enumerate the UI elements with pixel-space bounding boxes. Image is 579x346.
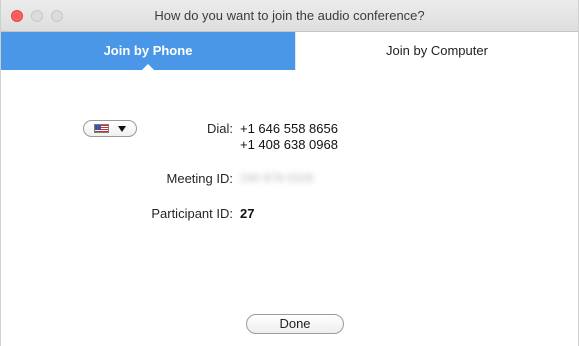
tab-join-by-phone-label: Join by Phone: [103, 43, 193, 58]
participant-id-value: 27: [240, 206, 255, 221]
meeting-id-label: Meeting ID:: [166, 171, 233, 186]
tab-join-by-computer[interactable]: Join by Computer: [295, 32, 578, 70]
participant-id-label: Participant ID:: [151, 206, 233, 221]
country-select[interactable]: [83, 120, 137, 137]
chevron-down-icon: [118, 126, 126, 132]
title-bar: How do you want to join the audio confer…: [1, 0, 578, 32]
us-flag-icon: [94, 124, 109, 133]
meeting-id-value: 240 878 0326: [240, 171, 314, 185]
done-button[interactable]: Done: [246, 314, 344, 334]
tab-join-by-computer-label: Join by Computer: [386, 43, 488, 58]
window-title: How do you want to join the audio confer…: [154, 8, 425, 23]
dial-number-secondary: +1 408 638 0968: [240, 137, 338, 152]
dial-number-primary: +1 646 558 8656: [240, 121, 338, 136]
tab-join-by-phone[interactable]: Join by Phone: [1, 32, 295, 70]
dial-label: Dial:: [206, 121, 233, 136]
selected-tab-caret-icon: [142, 64, 154, 70]
audio-conference-dialog: How do you want to join the audio confer…: [0, 0, 579, 346]
join-tabs: Join by Phone Join by Computer: [1, 32, 578, 70]
